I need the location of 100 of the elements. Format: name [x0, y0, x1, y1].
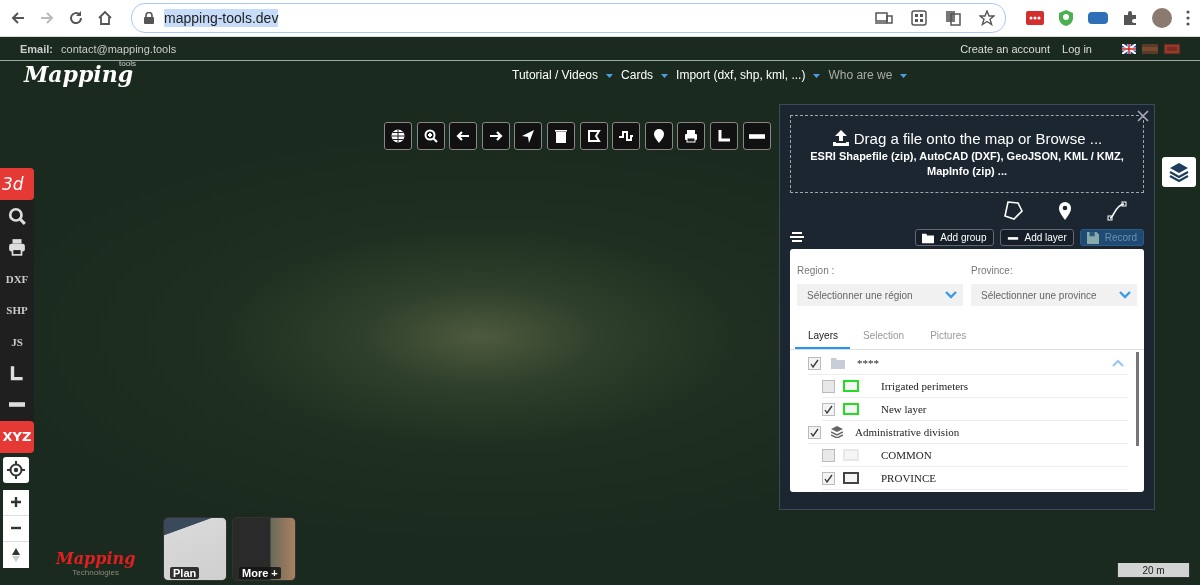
dropdown-field[interactable]: Sélectionner une région — [797, 284, 963, 306]
field-label: Region : — [797, 265, 836, 276]
tool-button[interactable] — [514, 122, 543, 150]
tool-button[interactable] — [449, 122, 478, 150]
sidebar-button[interactable] — [0, 389, 34, 421]
field-label: Province: — [971, 265, 1014, 276]
tool-button[interactable] — [644, 122, 673, 150]
tool-button[interactable] — [546, 122, 575, 150]
style-swatch[interactable] — [843, 380, 859, 392]
nav-menu-item[interactable]: Import (dxf, shp, kml, ...) — [676, 68, 821, 83]
folder-icon — [922, 231, 935, 244]
header-link[interactable]: Log in — [1062, 42, 1092, 55]
layer-name: New layer — [881, 403, 927, 415]
file-drop-zone[interactable]: Drag a file onto the map or Browse ... ESRI Shapefile (zip), AutoCAD (DXF), GeoJSON, KML / KMZ, MapInfo (zip) ... — [790, 115, 1144, 193]
nav-menu-item[interactable]: Tutorial / Videos — [512, 68, 614, 83]
more-menu-icon[interactable] — [1186, 10, 1190, 26]
polygon-icon — [585, 128, 602, 144]
cast-icon[interactable] — [875, 11, 893, 25]
layer-name: COMMON — [881, 449, 932, 461]
nav-menu-item[interactable]: Who are we — [828, 68, 908, 83]
checkbox[interactable] — [822, 448, 835, 462]
reload-icon[interactable] — [68, 10, 84, 26]
layer-name: Irrigated perimeters — [881, 380, 969, 392]
layer-name: Administrative division — [855, 426, 960, 438]
angle-icon — [8, 364, 26, 383]
folder-icon — [831, 357, 845, 369]
zoom-in-button[interactable] — [3, 489, 29, 516]
checkbox[interactable] — [822, 402, 835, 416]
tool-button[interactable] — [709, 122, 738, 150]
print-icon — [683, 128, 700, 144]
qr-code-icon[interactable] — [911, 10, 927, 26]
scrollbar[interactable] — [1136, 352, 1139, 446]
globe-icon — [390, 128, 406, 144]
layer-name: **** — [857, 357, 879, 369]
logo-subtitle: Technologies — [72, 568, 120, 577]
sidebar-button[interactable]: SHP — [0, 294, 34, 326]
draw-tool-button[interactable] — [1106, 199, 1128, 221]
checkbox[interactable] — [822, 471, 835, 485]
puzzle-icon[interactable] — [1122, 10, 1138, 26]
dropdown-field[interactable]: Sélectionner une province — [971, 284, 1137, 306]
flag-icon[interactable] — [1122, 43, 1136, 54]
basemap-thumbnail[interactable]: More + — [232, 517, 296, 581]
close-button[interactable] — [1135, 108, 1151, 124]
caret-icon — [606, 73, 614, 78]
close-icon — [1137, 110, 1149, 122]
drop-zone-title: Drag a file onto the map or Browse ... — [853, 129, 1103, 147]
style-swatch[interactable] — [843, 403, 859, 415]
address-field[interactable]: mapping-tools.dev — [131, 3, 1006, 33]
basemap-thumbnail[interactable]: Plan — [163, 517, 227, 581]
sidebar-button[interactable]: 3d — [0, 168, 34, 200]
locate-button[interactable] — [3, 456, 29, 483]
sidebar-button[interactable]: XYZ — [0, 420, 34, 453]
trash-icon — [552, 128, 569, 144]
list-icon[interactable] — [790, 231, 804, 244]
header-link[interactable]: Create an account — [960, 42, 1050, 55]
star-icon[interactable] — [979, 10, 995, 26]
tab[interactable]: Layers — [795, 324, 850, 349]
email-link[interactable]: contact@mapping.tools — [61, 42, 177, 55]
upload-icon — [831, 129, 850, 147]
tool-button[interactable] — [481, 122, 510, 150]
shield-icon[interactable] — [1058, 9, 1074, 27]
tool-button[interactable] — [579, 122, 608, 150]
checkbox[interactable] — [808, 356, 821, 370]
action-button[interactable]: Add layer — [999, 229, 1074, 246]
crosshair-icon — [7, 460, 25, 479]
checkbox[interactable] — [822, 379, 835, 393]
tool-button[interactable] — [384, 122, 412, 150]
nav-menu-item[interactable]: Cards — [621, 68, 669, 83]
chevron-down-icon — [1119, 291, 1131, 299]
caret-icon — [661, 73, 669, 78]
layers-icon — [831, 426, 843, 438]
url-text: mapping-tools.dev — [164, 9, 279, 27]
sidebar-button[interactable]: DXF — [0, 263, 34, 295]
print-icon — [8, 238, 26, 257]
tool-button[interactable] — [742, 122, 771, 150]
email-label: Email: — [20, 42, 53, 55]
avatar-icon[interactable] — [1152, 8, 1172, 28]
tool-button[interactable] — [677, 122, 706, 150]
scale-bar: 20 m — [1117, 563, 1190, 578]
extension-badge-icon[interactable] — [1088, 12, 1108, 24]
location-arrow-icon — [520, 128, 537, 144]
tool-button[interactable] — [416, 122, 445, 150]
action-button[interactable]: Add group — [915, 229, 994, 246]
layers-button[interactable] — [1162, 157, 1196, 187]
draw-polygon-icon — [1002, 199, 1024, 221]
sidebar-button[interactable]: JS — [0, 326, 34, 358]
home-icon[interactable] — [97, 10, 113, 26]
layer-name: PROVINCE — [881, 472, 936, 484]
tool-button[interactable] — [612, 122, 641, 150]
caret-icon — [900, 73, 908, 78]
checkbox[interactable] — [808, 425, 821, 439]
extension-badge-icon[interactable] — [1026, 10, 1044, 26]
translate-icon[interactable] — [945, 10, 961, 26]
sidebar-button[interactable] — [0, 200, 34, 232]
zoom-in-icon — [422, 128, 439, 144]
compass-icon — [9, 547, 23, 562]
back-icon[interactable] — [10, 10, 26, 26]
draw-tool-button[interactable] — [1002, 199, 1024, 221]
style-swatch[interactable] — [843, 472, 859, 484]
draw-line-icon — [1106, 199, 1128, 221]
